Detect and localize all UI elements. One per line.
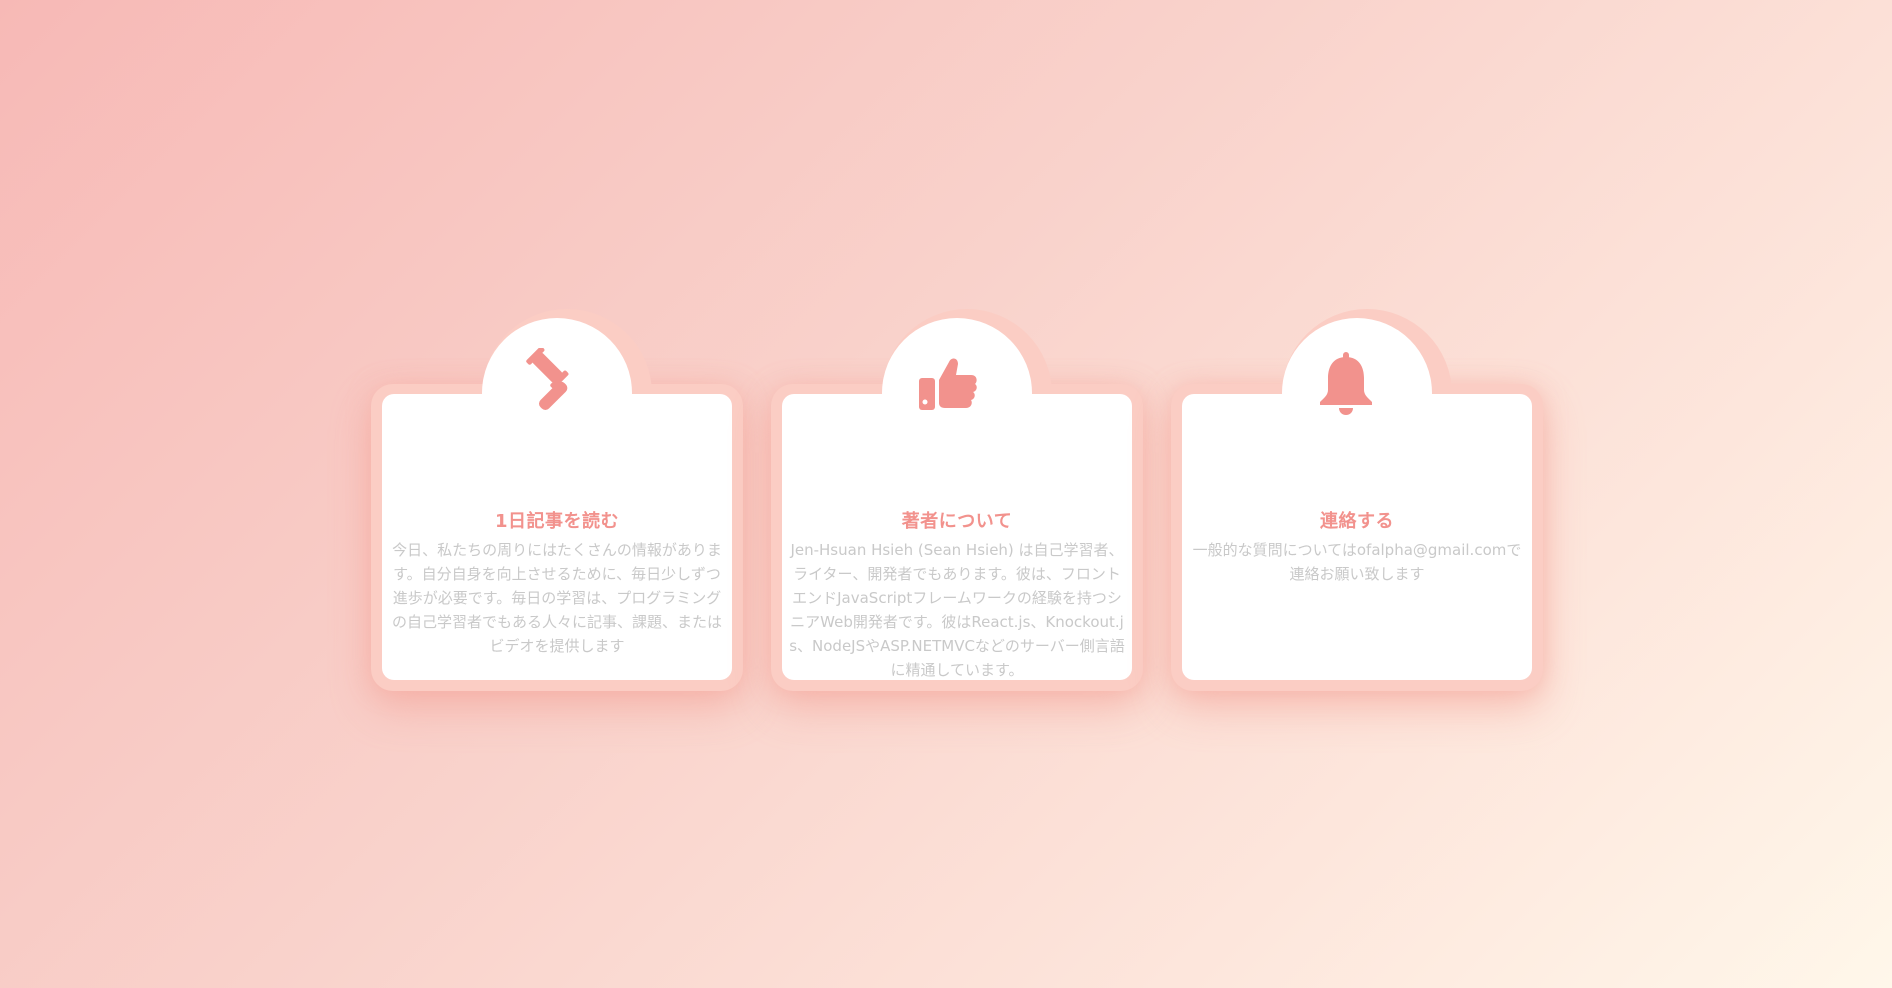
card-description: 一般的な質問についてはofalpha@gmail.comで連絡お願い致します <box>1192 541 1522 583</box>
bell-icon <box>1307 344 1385 422</box>
card-about-author: 著者について Jen-Hsuan Hsieh (Sean Hsieh) は自己学… <box>771 309 1143 691</box>
card-title: 1日記事を読む <box>494 511 620 532</box>
card-title: 連絡する <box>1320 511 1394 532</box>
gavel-icon <box>507 344 585 422</box>
feature-cards: 1日記事を読む 今日、私たちの周りにはたくさんの情報があります。自分自身を向上さ… <box>0 0 1892 988</box>
card-description: Jen-Hsuan Hsieh (Sean Hsieh) は自己学習者、ライター… <box>789 541 1125 679</box>
card-read-articles: 1日記事を読む 今日、私たちの周りにはたくさんの情報があります。自分自身を向上さ… <box>371 309 743 691</box>
card-description: 今日、私たちの周りにはたくさんの情報があります。自分自身を向上させるために、毎日… <box>391 541 722 655</box>
card-title: 著者について <box>901 511 1013 532</box>
thumbs-up-icon <box>907 344 985 422</box>
card-contact: 連絡する 一般的な質問についてはofalpha@gmail.comで連絡お願い致… <box>1171 309 1543 691</box>
